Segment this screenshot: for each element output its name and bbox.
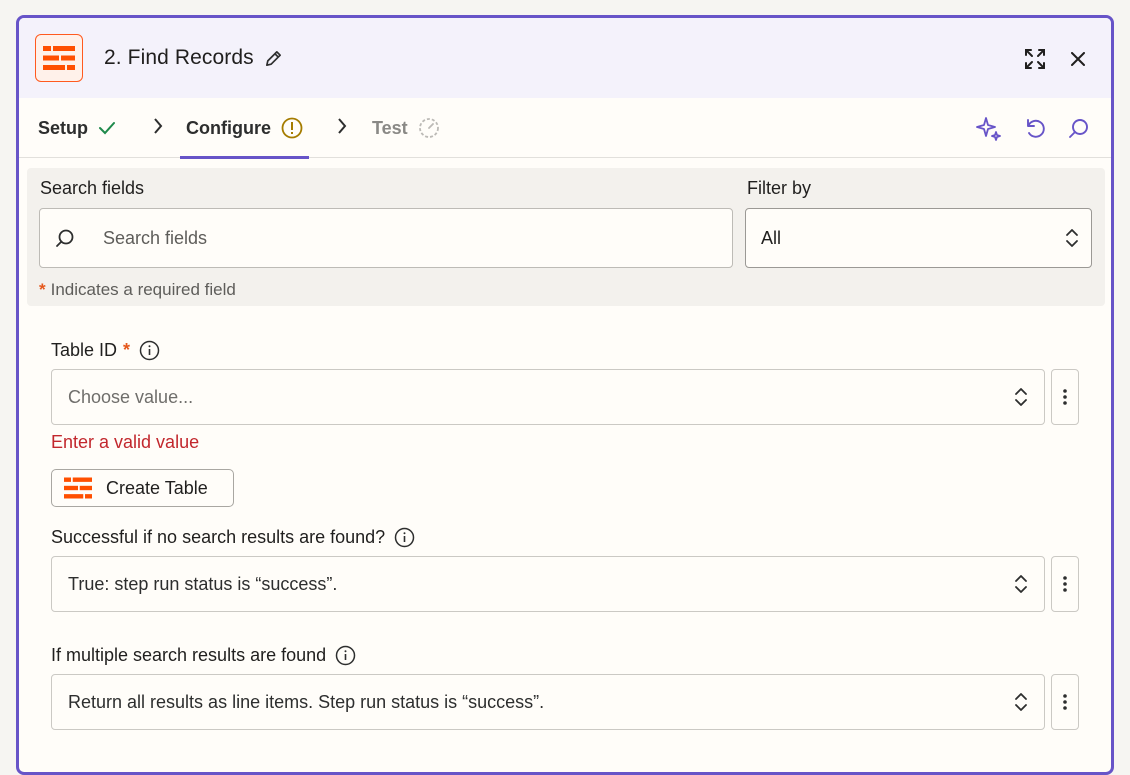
required-star: *: [39, 280, 46, 299]
table-id-label: Table ID *: [51, 340, 160, 361]
tab-configure[interactable]: Configure: [180, 98, 309, 159]
chevron-updown-icon: [1014, 386, 1028, 408]
multiple-results-value: Return all results as line items. Step r…: [68, 691, 545, 712]
tab-setup-label: Setup: [38, 117, 89, 138]
step-editor-panel: 2. Find Records Setup Configure Test Sea…: [16, 15, 1114, 775]
filter-by-label: Filter by: [747, 178, 812, 198]
warning-icon: [281, 117, 303, 139]
chevron-updown-icon: [1014, 691, 1028, 713]
tab-test[interactable]: Test: [372, 98, 440, 158]
table-id-more-options[interactable]: [1051, 369, 1079, 425]
table-id-error: Enter a valid value: [51, 432, 200, 452]
close-icon[interactable]: [1065, 46, 1091, 72]
tab-test-label: Test: [372, 117, 408, 138]
tab-setup[interactable]: Setup: [38, 98, 116, 158]
table-id-placeholder: Choose value...: [68, 386, 194, 407]
step-tabs: Setup Configure Test: [19, 98, 1111, 159]
info-icon[interactable]: [139, 340, 160, 361]
search-icon[interactable]: [1065, 114, 1093, 142]
no-results-label-text: Successful if no search results are foun…: [51, 527, 386, 547]
ai-sparkle-icon[interactable]: [975, 114, 1003, 142]
search-icon: [56, 229, 74, 247]
panel-header: 2. Find Records: [19, 18, 1111, 98]
multiple-results-label-text: If multiple search results are found: [51, 645, 327, 665]
edit-title-icon[interactable]: [264, 49, 283, 68]
multiple-results-more-options[interactable]: [1051, 674, 1079, 730]
more-vertical-icon: [1063, 576, 1067, 592]
filter-value: All: [761, 227, 782, 248]
table-id-select[interactable]: Choose value...: [51, 369, 1045, 425]
tables-app-logo: [35, 34, 83, 82]
info-icon[interactable]: [335, 645, 356, 666]
required-star: *: [123, 340, 131, 360]
chevron-right-icon: [154, 118, 163, 134]
tables-logo-icon: [64, 477, 92, 499]
expand-icon[interactable]: [1022, 46, 1048, 72]
tables-logo-icon: [43, 46, 75, 70]
timer-icon: [418, 118, 439, 138]
create-table-label: Create Table: [106, 477, 208, 498]
no-results-label: Successful if no search results are foun…: [51, 527, 415, 548]
search-placeholder: Search fields: [103, 227, 208, 248]
info-icon[interactable]: [394, 527, 415, 548]
chevron-updown-icon: [1065, 227, 1079, 249]
no-results-value: True: step run status is “success”.: [68, 573, 338, 594]
more-vertical-icon: [1063, 694, 1067, 710]
search-fields-label: Search fields: [40, 178, 145, 198]
table-id-label-text: Table ID: [51, 340, 118, 360]
filter-by-select[interactable]: All: [745, 208, 1092, 268]
search-filter-bar: Search fields Filter by Search fields Al…: [27, 168, 1105, 306]
step-title: 2. Find Records: [104, 46, 254, 69]
required-note-text: Indicates a required field: [50, 280, 236, 299]
create-table-button[interactable]: Create Table: [51, 469, 234, 507]
check-icon: [99, 122, 116, 135]
no-results-more-options[interactable]: [1051, 556, 1079, 612]
required-field-note: * Indicates a required field: [39, 280, 236, 300]
chevron-updown-icon: [1014, 573, 1028, 595]
more-vertical-icon: [1063, 389, 1067, 405]
search-fields-input[interactable]: Search fields: [39, 208, 733, 268]
undo-icon[interactable]: [1021, 114, 1049, 142]
chevron-right-icon: [338, 118, 347, 134]
no-results-select[interactable]: True: step run status is “success”.: [51, 556, 1045, 612]
multiple-results-label: If multiple search results are found: [51, 645, 356, 666]
tab-configure-label: Configure: [186, 117, 271, 138]
multiple-results-select[interactable]: Return all results as line items. Step r…: [51, 674, 1045, 730]
